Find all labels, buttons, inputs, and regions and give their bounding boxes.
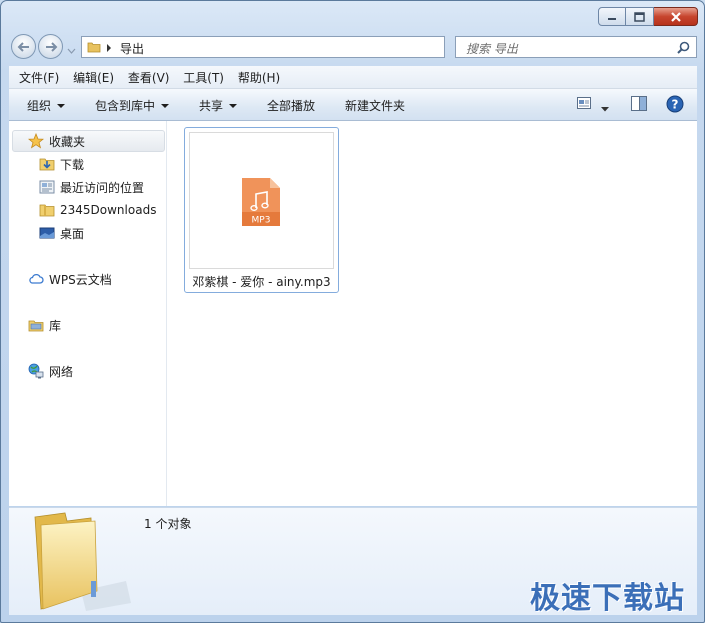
search-box[interactable]: 搜索 导出 [455,36,697,58]
sidebar-item-recent-places[interactable]: 最近访问的位置 [39,178,144,196]
share-label: 共享 [199,99,224,113]
preview-pane-icon [631,96,647,111]
close-button[interactable] [654,7,698,26]
minimize-icon [608,17,616,20]
sidebar-item-2345downloads[interactable]: 2345Downloads [39,201,156,219]
maximize-button[interactable] [626,7,654,26]
view-options-dropdown[interactable] [601,101,609,115]
minimize-button[interactable] [598,7,626,26]
sidebar-label: 网络 [49,364,74,379]
play-all-label: 全部播放 [267,99,316,113]
sidebar-label: 收藏夹 [49,134,86,149]
file-name[interactable]: 邓紫棋 - 爱你 - ainy.mp3 [185,273,338,290]
help-icon: ? [666,95,684,113]
chevron-down-icon [229,104,238,108]
forward-button[interactable] [38,34,63,59]
downloads-folder-icon [39,158,55,171]
sidebar-label: 下载 [60,157,85,172]
recent-pages-dropdown[interactable] [67,43,76,57]
sidebar-item-downloads[interactable]: 下载 [39,155,84,173]
item-count: 1 个对象 [144,517,192,531]
back-button[interactable] [11,34,36,59]
desktop-icon [39,227,55,239]
chevron-down-icon [67,48,76,54]
include-in-library-button[interactable]: 包含到库中 [95,97,170,114]
play-all-button[interactable]: 全部播放 [267,97,315,114]
watermark-text: 极速下载站 [530,581,685,616]
close-icon [670,11,681,22]
menu-tools[interactable]: 工具(T) [173,66,224,86]
breadcrumb-arrow-icon [107,44,111,52]
content-area: 收藏夹 下载 最近访问的位置 2345Downloads 桌面 WPS云文档 库… [9,121,697,506]
maximize-icon [634,11,645,22]
sidebar-item-network[interactable]: 网络 [28,362,73,380]
mp3-badge: MP3 [252,216,271,226]
recent-places-icon [39,180,55,194]
folder-large-icon [34,512,131,611]
preview-pane-button[interactable] [631,96,647,114]
sidebar-label: WPS云文档 [49,272,112,287]
menu-edit[interactable]: 编辑(E) [63,66,114,86]
explorer-window: 导出 搜索 导出 文件(F) 编辑(E) 查看(V) 工具(T) 帮助(H) 组… [0,0,705,623]
share-button[interactable]: 共享 [199,97,238,114]
sidebar-label: 桌面 [60,226,85,241]
star-icon [28,133,44,149]
file-thumbnail: MP3 [189,132,334,269]
organize-label: 组织 [27,99,52,113]
file-item[interactable]: MP3 邓紫棋 - 爱你 - ainy.mp3 [184,127,339,293]
organize-button[interactable]: 组织 [27,97,66,114]
command-toolbar: 组织 包含到库中 共享 全部播放 新建文件夹 ? [9,89,697,121]
sidebar-item-wps-cloud[interactable]: WPS云文档 [28,270,112,288]
menu-bar: 文件(F) 编辑(E) 查看(V) 工具(T) 帮助(H) [9,66,697,89]
sidebar-item-libraries[interactable]: 库 [28,316,61,334]
menu-help[interactable]: 帮助(H) [228,66,280,86]
sidebar-item-favorites[interactable]: 收藏夹 [28,132,85,150]
search-placeholder: 搜索 导出 [466,42,518,56]
chevron-down-icon [161,104,170,108]
svg-text:?: ? [672,98,679,112]
menu-file[interactable]: 文件(F) [9,66,59,86]
navigation-pane: 收藏夹 下载 最近访问的位置 2345Downloads 桌面 WPS云文档 库… [9,121,167,506]
forward-arrow-icon [45,41,57,52]
sidebar-label: 最近访问的位置 [60,180,145,195]
chevron-down-icon [601,107,609,112]
address-path[interactable]: 导出 [120,40,144,57]
cloud-icon [29,273,44,284]
address-bar[interactable]: 导出 [81,36,514,58]
search-icon[interactable] [677,41,690,54]
folder-icon [87,42,101,53]
navigation-bar: 导出 搜索 导出 [9,33,701,61]
view-icon [577,97,591,109]
sidebar-label: 2345Downloads [60,203,157,217]
sidebar-label: 库 [49,318,62,333]
include-in-library-label: 包含到库中 [95,99,156,113]
library-icon [28,320,44,332]
back-arrow-icon [17,41,29,52]
new-folder-button[interactable]: 新建文件夹 [345,97,405,114]
help-button[interactable]: ? [666,95,684,116]
folder-icon [39,204,55,217]
mp3-file-icon: MP3 [242,178,280,226]
network-icon [28,363,44,379]
menu-view[interactable]: 查看(V) [118,66,170,86]
caption-buttons [598,7,698,26]
chevron-down-icon [57,104,66,108]
sidebar-item-desktop[interactable]: 桌面 [39,224,84,242]
change-view-button[interactable] [577,97,591,112]
new-folder-label: 新建文件夹 [345,99,406,113]
